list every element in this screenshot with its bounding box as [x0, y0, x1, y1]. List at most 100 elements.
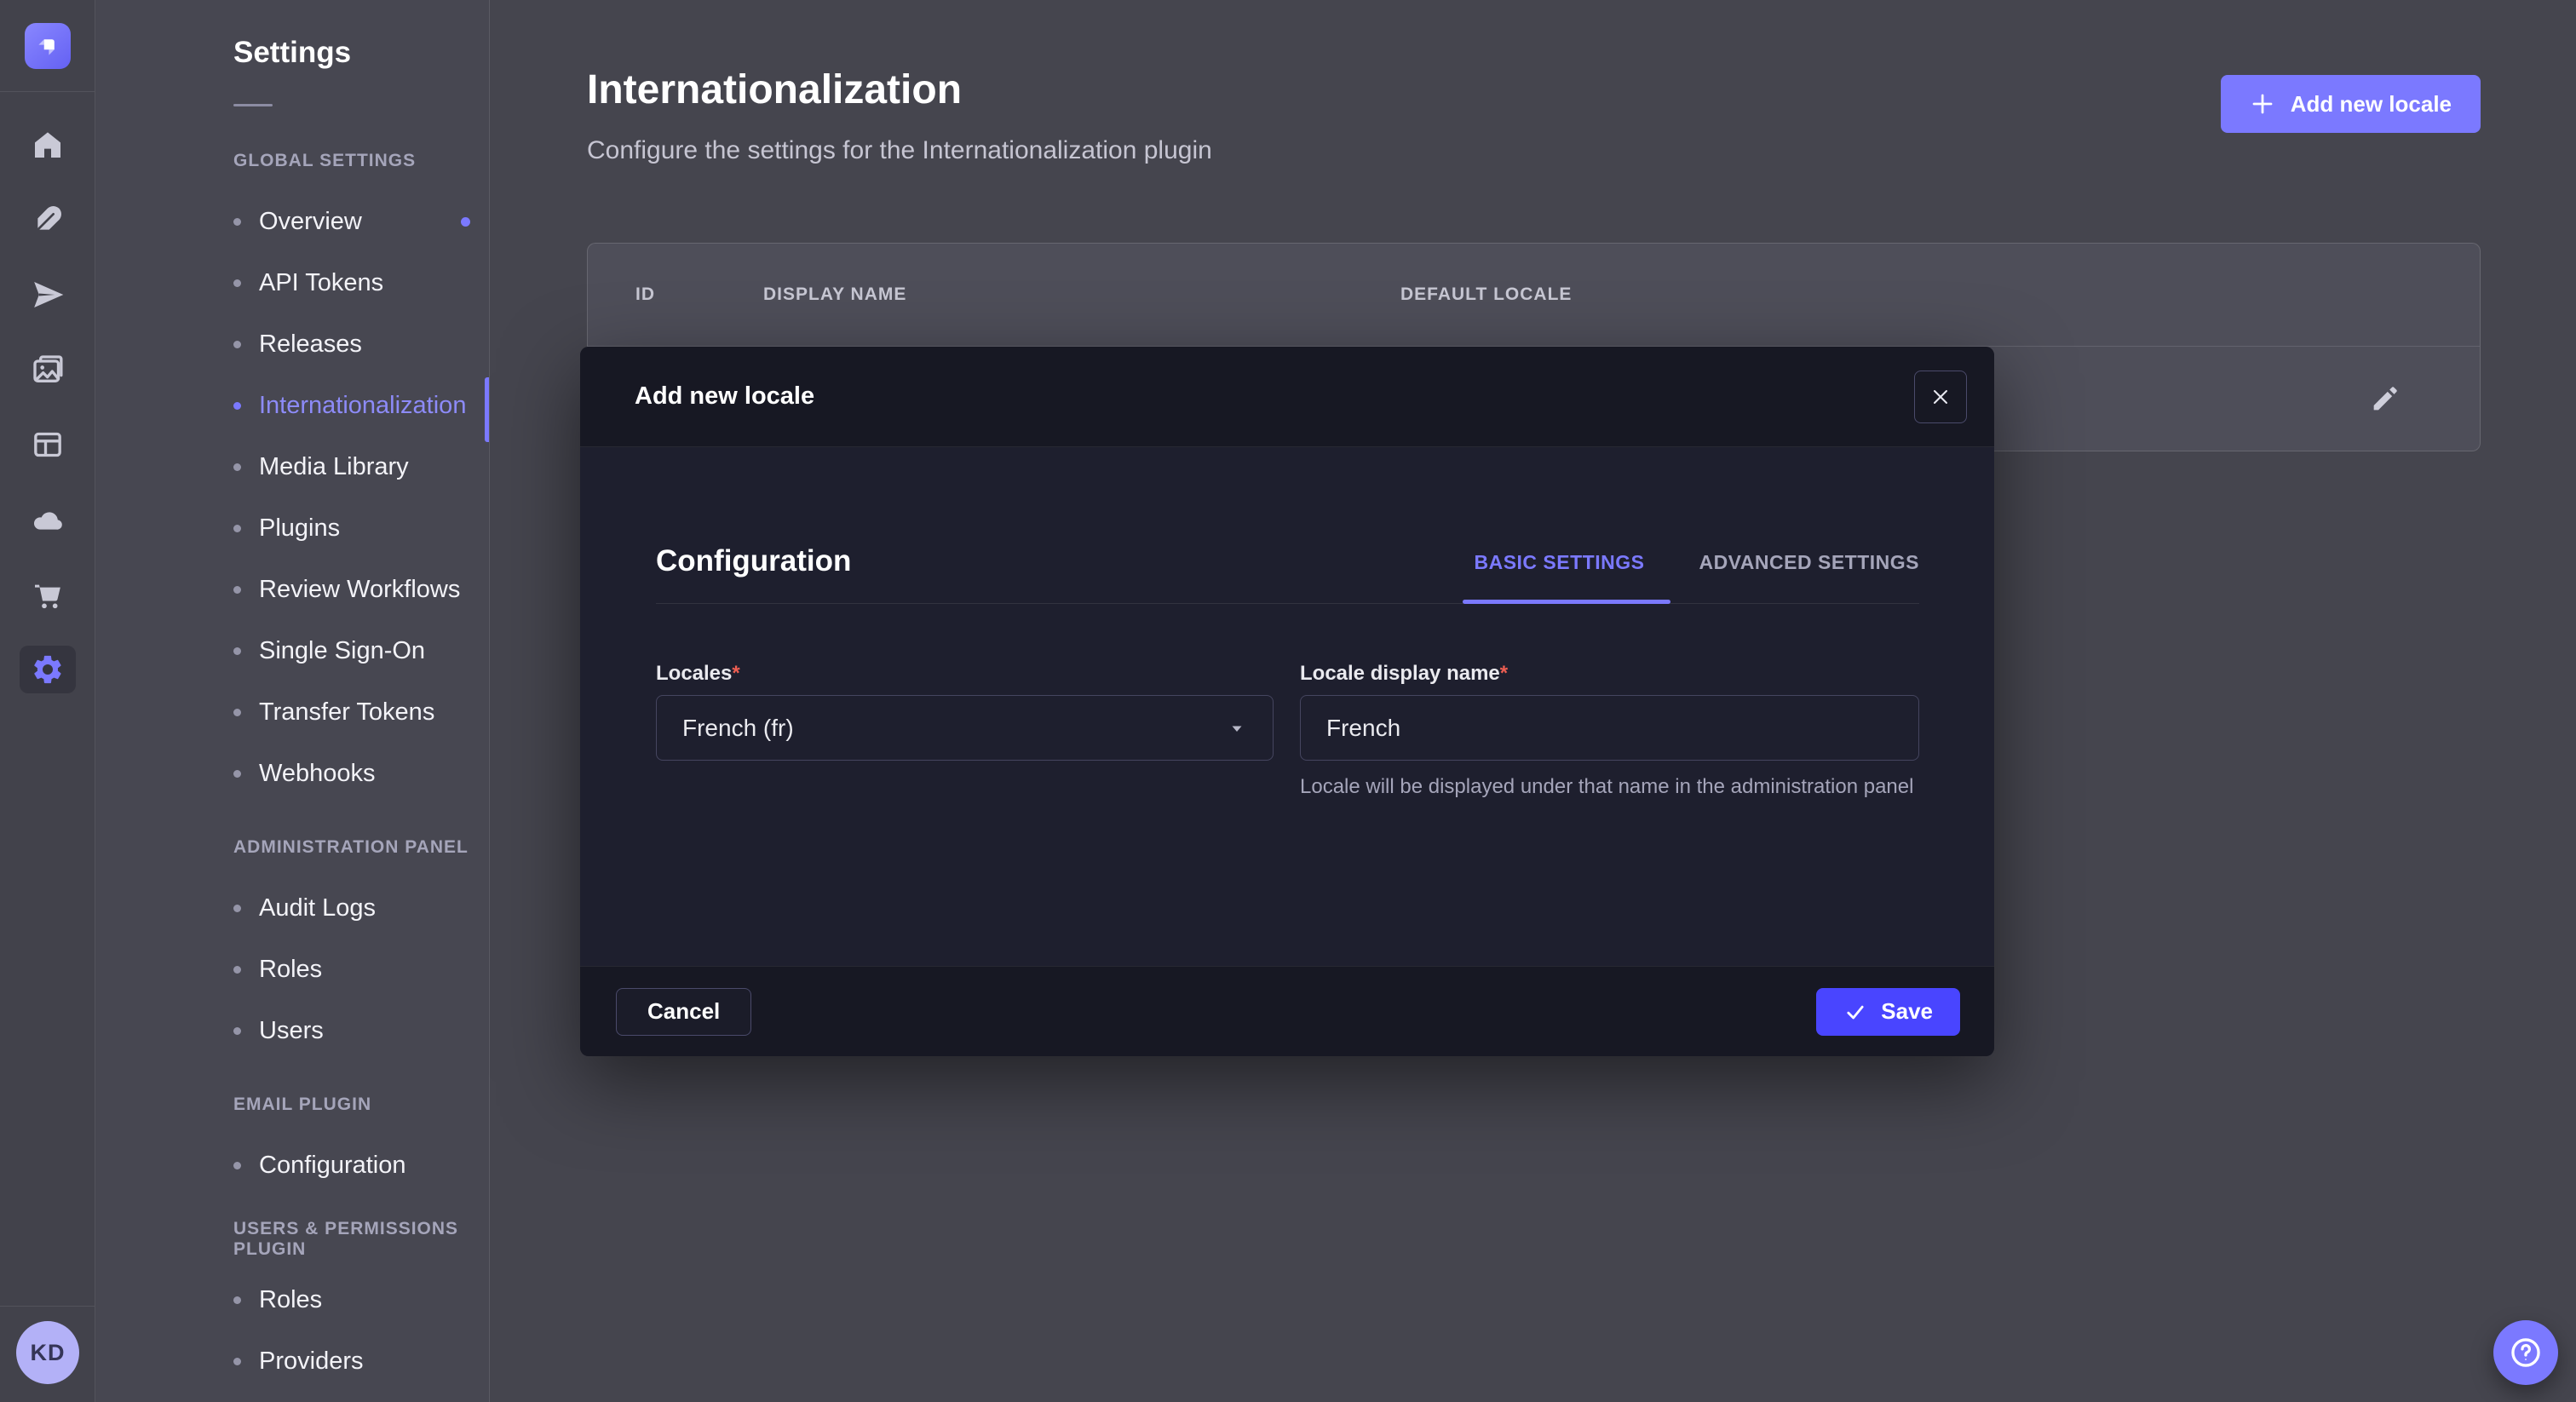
sidebar-item-overview[interactable]: Overview	[95, 191, 489, 252]
rail-divider	[0, 1306, 95, 1307]
cancel-button[interactable]: Cancel	[616, 988, 751, 1036]
sidebar-item-label: Review Workflows	[259, 576, 460, 604]
sidebar-item-transfer-tokens[interactable]: Transfer Tokens	[95, 681, 489, 743]
sidebar-item-admin-users[interactable]: Users	[95, 1000, 489, 1061]
section-administration-panel: ADMINISTRATION PANEL	[95, 818, 489, 877]
help-button[interactable]	[2493, 1320, 2558, 1385]
sidebar-item-internationalization[interactable]: Internationalization	[95, 375, 489, 436]
strapi-logo-icon	[33, 32, 62, 60]
settings-sidebar: Settings GLOBAL SETTINGS Overview API To…	[95, 0, 490, 1402]
bullet-icon	[233, 279, 241, 287]
sidebar-item-review-workflows[interactable]: Review Workflows	[95, 559, 489, 620]
sidebar-item-label: Users	[259, 1017, 324, 1045]
sidebar-item-label: Overview	[259, 208, 362, 236]
sidebar-item-up-providers[interactable]: Providers	[95, 1330, 489, 1392]
bullet-icon	[233, 218, 241, 226]
page-subtitle: Configure the settings for the Internati…	[587, 136, 1212, 165]
user-avatar[interactable]: KD	[16, 1321, 79, 1384]
modal-title: Add new locale	[635, 382, 814, 411]
modal-close-button[interactable]	[1914, 371, 1967, 423]
bullet-icon	[233, 525, 241, 532]
rail-divider	[0, 91, 95, 92]
section-users-permissions-plugin: USERS & PERMISSIONS PLUGIN	[95, 1210, 489, 1269]
sidebar-item-plugins[interactable]: Plugins	[95, 497, 489, 559]
section-global-settings: GLOBAL SETTINGS	[95, 131, 489, 191]
bullet-icon	[233, 1358, 241, 1365]
save-button[interactable]: Save	[1816, 988, 1960, 1036]
column-header-id: ID	[635, 244, 655, 346]
active-item-indicator	[485, 377, 489, 442]
sidebar-item-label: Configuration	[259, 1152, 406, 1180]
display-name-field-label: Locale display name*	[1300, 662, 1508, 686]
sidebar-item-audit-logs[interactable]: Audit Logs	[95, 877, 489, 939]
bullet-icon	[233, 647, 241, 655]
home-nav-button[interactable]	[0, 107, 95, 182]
sidebar-item-single-sign-on[interactable]: Single Sign-On	[95, 620, 489, 681]
layout-nav-button[interactable]	[0, 407, 95, 482]
sidebar-item-label: Internationalization	[259, 392, 466, 420]
sidebar-item-webhooks[interactable]: Webhooks	[95, 743, 489, 804]
display-name-hint: Locale will be displayed under that name…	[1300, 773, 1926, 802]
sidebar-item-media-library[interactable]: Media Library	[95, 436, 489, 497]
required-marker: *	[732, 662, 739, 685]
sidebar-item-releases[interactable]: Releases	[95, 313, 489, 375]
bullet-icon	[233, 1162, 241, 1169]
feather-icon	[31, 203, 65, 237]
strapi-logo[interactable]	[25, 23, 71, 69]
media-library-nav-button[interactable]	[0, 332, 95, 407]
display-name-input[interactable]	[1300, 695, 1919, 761]
bullet-icon	[233, 966, 241, 974]
bullet-icon	[233, 770, 241, 778]
rail-nav	[0, 107, 95, 707]
gear-icon	[31, 652, 65, 687]
sidebar-item-label: Roles	[259, 1286, 322, 1314]
tabs-divider	[656, 603, 1919, 604]
question-mark-icon	[2508, 1335, 2544, 1370]
add-new-locale-label: Add new locale	[2291, 91, 2452, 118]
edit-pencil-icon[interactable]	[2368, 382, 2402, 416]
sidebar-title: Settings	[233, 36, 351, 70]
title-divider	[233, 104, 273, 106]
strapi-settings-screen: KD Settings GLOBAL SETTINGS Overview API…	[0, 0, 2576, 1402]
plus-icon	[2250, 91, 2275, 117]
tab-advanced-settings[interactable]: ADVANCED SETTINGS	[1699, 551, 1919, 574]
locales-select-value: French (fr)	[682, 715, 794, 742]
add-new-locale-button[interactable]: Add new locale	[2221, 75, 2481, 133]
layout-icon	[31, 428, 65, 462]
tab-basic-settings[interactable]: BASIC SETTINGS	[1474, 551, 1644, 574]
cloud-nav-button[interactable]	[0, 482, 95, 557]
locales-select[interactable]: French (fr)	[656, 695, 1274, 761]
modal-footer: Cancel Save	[580, 966, 1994, 1056]
add-new-locale-modal: Add new locale Configuration BASIC SETTI…	[580, 347, 1994, 1056]
sidebar-item-label: Roles	[259, 956, 322, 984]
bullet-icon	[233, 1296, 241, 1304]
column-header-default-locale: DEFAULT LOCALE	[1400, 244, 1572, 346]
sidebar-item-label: Media Library	[259, 453, 409, 481]
sidebar-item-label: Providers	[259, 1347, 364, 1376]
images-icon	[31, 353, 65, 387]
active-tab-underline	[1463, 600, 1670, 604]
bullet-icon	[233, 463, 241, 471]
settings-active-tile	[20, 646, 76, 693]
sidebar-nav-list: GLOBAL SETTINGS Overview API Tokens Rele…	[95, 131, 489, 1392]
bullet-icon	[233, 341, 241, 348]
sidebar-item-up-roles[interactable]: Roles	[95, 1269, 489, 1330]
deploy-nav-button[interactable]	[0, 257, 95, 332]
page-title: Internationalization	[587, 66, 962, 113]
sidebar-item-email-configuration[interactable]: Configuration	[95, 1135, 489, 1196]
bullet-icon	[233, 905, 241, 912]
sidebar-item-admin-roles[interactable]: Roles	[95, 939, 489, 1000]
home-icon	[31, 128, 65, 162]
locales-label-text: Locales	[656, 662, 732, 685]
sidebar-item-api-tokens[interactable]: API Tokens	[95, 252, 489, 313]
bullet-icon	[233, 586, 241, 594]
sidebar-item-label: API Tokens	[259, 269, 383, 297]
settings-nav-button[interactable]	[0, 632, 95, 707]
sidebar-item-label: Single Sign-On	[259, 637, 425, 665]
content-builder-nav-button[interactable]	[0, 182, 95, 257]
marketplace-nav-button[interactable]	[0, 557, 95, 632]
sidebar-item-label: Releases	[259, 330, 362, 359]
bullet-icon	[233, 709, 241, 716]
notification-dot	[461, 217, 470, 227]
bullet-icon	[233, 402, 241, 410]
